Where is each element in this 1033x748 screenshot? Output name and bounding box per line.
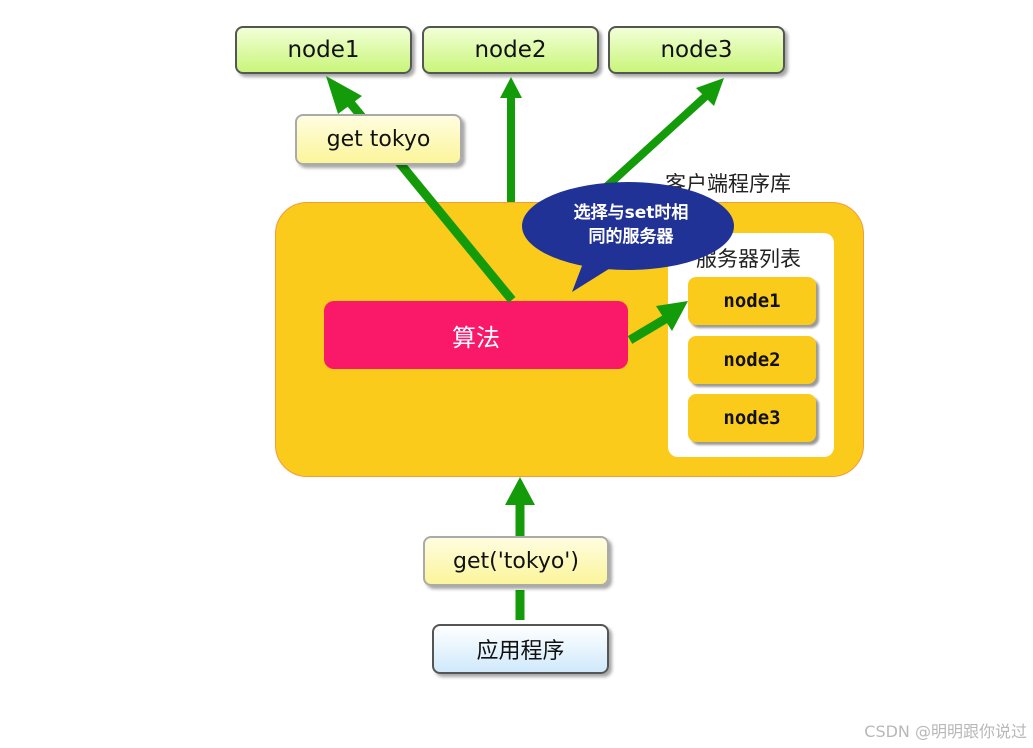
arrow-to-server-list <box>627 301 688 344</box>
call-label-text: get('tokyo') <box>453 548 579 574</box>
arrow-to-node3 <box>602 78 724 191</box>
call-label: get('tokyo') <box>423 536 609 586</box>
arrow-to-node1 <box>326 76 516 303</box>
speech-bubble-line1: 选择与set时相 <box>573 203 689 223</box>
application-label: 应用程序 <box>476 639 565 664</box>
watermark: CSDN @明明跟你说过 <box>864 722 1027 741</box>
speech-bubble-line2: 同的服务器 <box>588 227 674 247</box>
speech-bubble-text: 选择与set时相 同的服务器 <box>527 201 735 249</box>
application-box: 应用程序 <box>432 624 609 674</box>
arrow-to-node2 <box>500 77 522 202</box>
get-tokyo-label: get tokyo <box>295 114 462 165</box>
get-tokyo-text: get tokyo <box>326 127 431 152</box>
